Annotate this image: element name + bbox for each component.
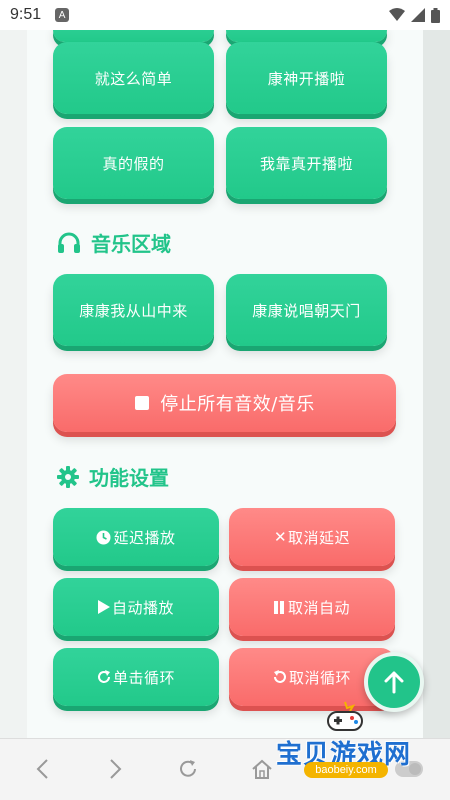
watermark-url: baobeiy.com bbox=[304, 762, 388, 778]
cancel-auto-button[interactable]: 取消自动 bbox=[229, 578, 395, 636]
status-icons bbox=[389, 7, 440, 23]
pause-icon bbox=[273, 600, 284, 614]
gamepad-logo bbox=[327, 701, 363, 731]
home-button[interactable] bbox=[246, 753, 278, 785]
stop-icon bbox=[135, 396, 150, 410]
refresh-icon bbox=[180, 760, 196, 777]
music-section-header: 音乐区域 bbox=[57, 228, 171, 257]
sound-button-partial-left[interactable] bbox=[53, 30, 214, 42]
sound-button-zhendejiade[interactable]: 真的假的 bbox=[53, 127, 214, 199]
arrow-up-icon bbox=[384, 671, 404, 694]
close-icon: ✕ bbox=[273, 528, 288, 546]
features-section-header: 功能设置 bbox=[57, 462, 169, 491]
forward-icon bbox=[110, 759, 122, 779]
home-icon bbox=[252, 759, 272, 779]
gear-icon bbox=[57, 465, 79, 488]
auto-play-button[interactable]: 自动播放 bbox=[53, 578, 219, 636]
soundboard-panel: 就这么简单 康神开播啦 真的假的 我靠真开播啦 音乐区域 康康我从山中来 康康说… bbox=[27, 30, 423, 738]
notification-icon: A bbox=[55, 8, 70, 22]
play-icon bbox=[97, 600, 110, 614]
back-button[interactable] bbox=[26, 753, 58, 785]
cancel-delay-button[interactable]: ✕ 取消延迟 bbox=[229, 508, 395, 566]
sound-button-jiuzhemejiandan[interactable]: 就这么简单 bbox=[53, 42, 214, 114]
scroll-top-button[interactable] bbox=[364, 652, 424, 712]
sound-button-wokaozhenkaibola[interactable]: 我靠真开播啦 bbox=[226, 127, 387, 199]
status-time: 9:51 bbox=[10, 6, 42, 23]
delay-play-button[interactable]: 延迟播放 bbox=[53, 508, 219, 566]
refresh-button[interactable] bbox=[172, 753, 204, 785]
loop-single-button[interactable]: 单击循环 bbox=[53, 648, 219, 706]
clock-icon bbox=[96, 530, 111, 544]
sound-button-kangshenkaibola[interactable]: 康神开播啦 bbox=[226, 42, 387, 114]
features-section-title: 功能设置 bbox=[89, 466, 169, 490]
music-button-kangkangwocongshanzhonglai[interactable]: 康康我从山中来 bbox=[53, 274, 214, 346]
music-section-title: 音乐区域 bbox=[91, 232, 171, 256]
wifi-icon bbox=[389, 8, 405, 21]
forward-button[interactable] bbox=[100, 753, 132, 785]
signal-icon bbox=[411, 8, 425, 22]
headphones-icon bbox=[58, 232, 80, 253]
sound-button-partial-right[interactable] bbox=[226, 30, 387, 42]
back-icon bbox=[36, 759, 48, 779]
undo-icon bbox=[273, 670, 286, 683]
battery-icon bbox=[431, 7, 440, 23]
music-button-kangkangshuochangchaotianmen[interactable]: 康康说唱朝天门 bbox=[226, 274, 387, 346]
right-gutter bbox=[423, 30, 450, 738]
stop-all-button[interactable]: 停止所有音效/音乐 bbox=[53, 374, 396, 432]
redo-icon bbox=[98, 670, 110, 683]
left-gutter bbox=[0, 30, 27, 738]
status-bar: 9:51 A bbox=[0, 0, 450, 30]
